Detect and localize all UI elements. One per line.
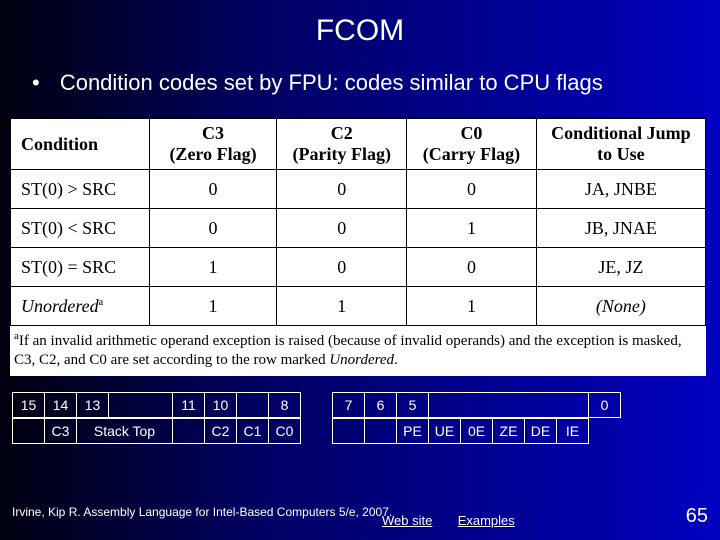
- register-layout: 15 14 13 11 10 8 7 6 5 0 C3 Stack Top: [12, 392, 708, 444]
- cell-cond: Unordereda: [11, 287, 150, 326]
- th-condition: Condition: [11, 119, 150, 170]
- cell-c0: 1: [407, 287, 537, 326]
- table-row: ST(0) = SRC 1 0 0 JE, JZ: [11, 248, 706, 287]
- page-title: FCOM: [0, 0, 720, 48]
- footer: Irvine, Kip R. Assembly Language for Int…: [12, 505, 708, 528]
- footnote-marker: a: [99, 297, 103, 308]
- spacer: [301, 392, 333, 417]
- cell-jump: (None): [536, 287, 705, 326]
- field-blank-7: [333, 418, 365, 443]
- cell-c3: 1: [149, 287, 277, 326]
- footer-citation: Irvine, Kip R. Assembly Language for Int…: [12, 505, 392, 519]
- cell-c3: 0: [149, 209, 277, 248]
- th-c3: C3 (Zero Flag): [149, 119, 277, 170]
- cell-cond: ST(0) < SRC: [11, 209, 150, 248]
- table-header-row: Condition C3 (Zero Flag) C2 (Parity Flag…: [11, 119, 706, 170]
- register-bit-numbers: 15 14 13 11 10 8 7 6 5 0: [12, 392, 621, 418]
- footer-links: Web site Examples: [382, 513, 537, 528]
- th-c2-main: C2: [331, 123, 353, 143]
- cell-jump: JA, JNBE: [536, 170, 705, 209]
- cell-c2: 0: [277, 209, 407, 248]
- cell-c3: 1: [149, 248, 277, 287]
- field-blank-11: [173, 418, 205, 443]
- th-jump: Conditional Jump to Use: [536, 119, 705, 170]
- cell-c3: 0: [149, 170, 277, 209]
- cell-c2: 0: [277, 170, 407, 209]
- cell-c0: 0: [407, 248, 537, 287]
- cell-c0: 0: [407, 170, 537, 209]
- condition-table-wrap: Condition C3 (Zero Flag) C2 (Parity Flag…: [10, 118, 706, 326]
- table-row: ST(0) < SRC 0 0 1 JB, JNAE: [11, 209, 706, 248]
- bit-gap-4-1: [429, 392, 589, 417]
- field-ze: ZE: [493, 418, 525, 443]
- bit-13: 13: [77, 392, 109, 417]
- field-c1: C1: [237, 418, 269, 443]
- page-number: 65: [686, 505, 708, 528]
- field-ue: UE: [429, 418, 461, 443]
- table-row: ST(0) > SRC 0 0 0 JA, JNBE: [11, 170, 706, 209]
- field-c0: C0: [269, 418, 301, 443]
- bit-gap-9: [237, 392, 269, 417]
- bullet-text: Condition codes set by FPU: codes simila…: [60, 70, 603, 95]
- cell-jump-text: (None): [596, 296, 646, 316]
- footnote: aIf an invalid arithmetic operand except…: [10, 326, 706, 376]
- cell-jump: JE, JZ: [536, 248, 705, 287]
- cell-cond: ST(0) > SRC: [11, 170, 150, 209]
- th-c3-main: C3: [202, 123, 224, 143]
- field-oe: 0E: [461, 418, 493, 443]
- th-c0-main: C0: [460, 123, 482, 143]
- bit-15: 15: [13, 392, 45, 417]
- link-examples[interactable]: Examples: [458, 513, 515, 528]
- field-blank-6: [365, 418, 397, 443]
- cell-c2: 1: [277, 287, 407, 326]
- field-ie: IE: [557, 418, 589, 443]
- link-web-site[interactable]: Web site: [382, 513, 432, 528]
- field-pe: PE: [397, 418, 429, 443]
- bit-8: 8: [269, 392, 301, 417]
- th-c0-sub: (Carry Flag): [413, 144, 530, 165]
- bullet-line: • Condition codes set by FPU: codes simi…: [0, 48, 720, 96]
- cell-cond: ST(0) = SRC: [11, 248, 150, 287]
- field-stack-top: Stack Top: [77, 418, 173, 443]
- cell-c0: 1: [407, 209, 537, 248]
- bit-7: 7: [333, 392, 365, 417]
- register-field-names: C3 Stack Top C2 C1 C0 PE UE 0E ZE DE IE: [12, 418, 589, 444]
- cell-cond-text: Unordered: [21, 296, 99, 316]
- bit-gap-12: [109, 392, 173, 417]
- field-blank-15: [13, 418, 45, 443]
- slide: FCOM • Condition codes set by FPU: codes…: [0, 0, 720, 540]
- bit-5: 5: [397, 392, 429, 417]
- bit-10: 10: [205, 392, 237, 417]
- spacer: [301, 418, 333, 443]
- cell-jump: JB, JNAE: [536, 209, 705, 248]
- cell-c2: 0: [277, 248, 407, 287]
- bullet-dot: •: [32, 70, 40, 96]
- table-row: Unordereda 1 1 1 (None): [11, 287, 706, 326]
- condition-table: Condition C3 (Zero Flag) C2 (Parity Flag…: [10, 118, 706, 326]
- th-c2: C2 (Parity Flag): [277, 119, 407, 170]
- th-c2-sub: (Parity Flag): [283, 144, 400, 165]
- bit-6: 6: [365, 392, 397, 417]
- bit-14: 14: [45, 392, 77, 417]
- th-c3-sub: (Zero Flag): [156, 144, 271, 165]
- footnote-text-after: .: [394, 352, 398, 368]
- th-c0: C0 (Carry Flag): [407, 119, 537, 170]
- bit-0: 0: [589, 392, 621, 417]
- footnote-italic: Unordered: [329, 352, 394, 368]
- field-de: DE: [525, 418, 557, 443]
- field-c3: C3: [45, 418, 77, 443]
- bit-11: 11: [173, 392, 205, 417]
- field-c2: C2: [205, 418, 237, 443]
